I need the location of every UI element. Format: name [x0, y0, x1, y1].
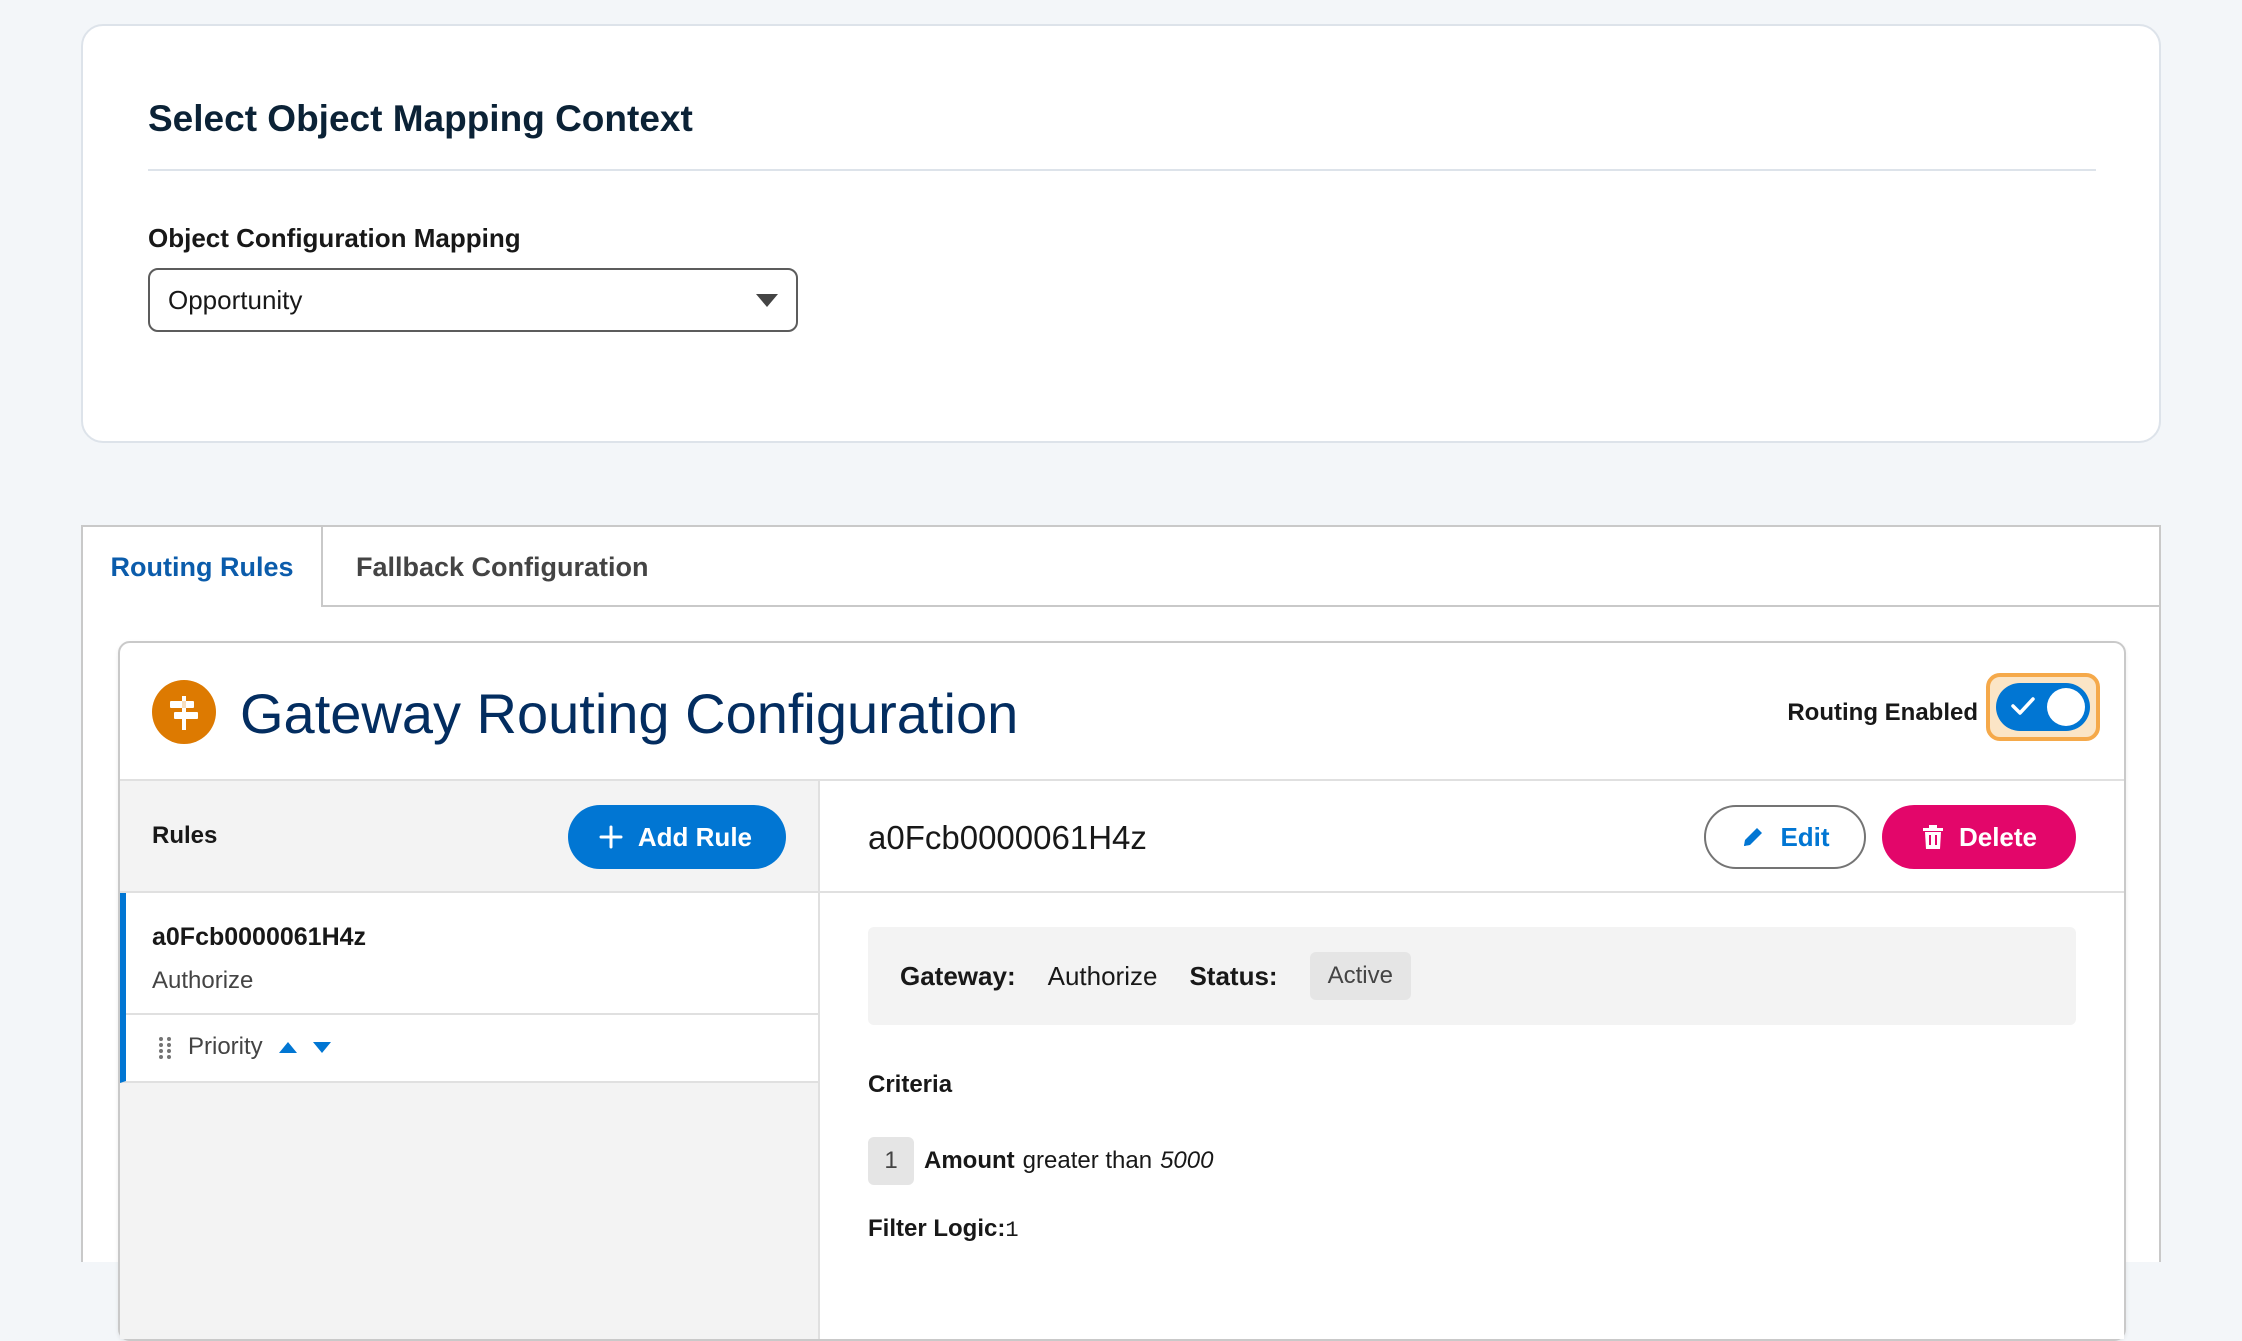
- filter-logic-key: Filter Logic:: [868, 1215, 1006, 1242]
- gateway-routing-card: Gateway Routing Configuration Routing En…: [118, 641, 2126, 1341]
- check-icon: [2011, 697, 2035, 715]
- routing-enabled-toggle[interactable]: [1996, 683, 2090, 731]
- rule-item-gateway: Authorize: [152, 967, 254, 994]
- criteria-index: 1: [868, 1137, 914, 1185]
- object-config-mapping-label: Object Configuration Mapping: [148, 223, 521, 253]
- rules-panel: Rules Add Rule a0Fcb0000061H4z Authorize: [120, 781, 820, 1339]
- gateway-routing-title: Gateway Routing Configuration: [240, 682, 1019, 745]
- rule-list-item[interactable]: a0Fcb0000061H4z Authorize Priority: [120, 893, 818, 1083]
- criteria-heading: Criteria: [868, 1071, 953, 1098]
- trash-icon: [1922, 825, 1943, 849]
- move-up-icon[interactable]: [278, 1041, 297, 1053]
- criteria-field: Amount: [924, 1147, 1015, 1174]
- rule-detail-panel: a0Fcb0000061H4z Edit Delete Gateway: Aut…: [820, 781, 2124, 1339]
- tab-routing-rules[interactable]: Routing Rules: [83, 527, 323, 607]
- drag-handle-icon[interactable]: [158, 1035, 172, 1059]
- routing-enabled-label: Routing Enabled: [1787, 699, 1978, 726]
- tab-fallback-configuration[interactable]: Fallback Configuration: [356, 527, 649, 607]
- delete-label: Delete: [1958, 821, 2038, 852]
- priority-label: Priority: [188, 1033, 263, 1060]
- edit-label: Edit: [1780, 821, 1830, 852]
- rule-summary-box: Gateway: Authorize Status: Active: [868, 927, 2076, 1025]
- toggle-knob: [2047, 688, 2085, 726]
- pencil-icon: [1744, 828, 1763, 846]
- routing-tabset: Routing Rules Fallback Configuration Gat…: [81, 525, 2161, 1341]
- status-key: Status:: [1189, 960, 1278, 991]
- gateway-value: Authorize: [1047, 960, 1158, 991]
- rule-item-name: a0Fcb0000061H4z: [152, 923, 367, 951]
- object-config-mapping-value: Opportunity: [168, 284, 303, 315]
- tab-bar: Routing Rules Fallback Configuration: [83, 527, 2159, 607]
- rule-detail-header: a0Fcb0000061H4z Edit Delete: [820, 781, 2124, 893]
- rule-detail-title: a0Fcb0000061H4z: [868, 819, 1147, 856]
- rule-item-divider: [126, 1013, 818, 1015]
- gateway-key: Gateway:: [900, 960, 1016, 991]
- filter-logic-value: 1: [1005, 1218, 1019, 1243]
- delete-button[interactable]: Delete: [1882, 805, 2076, 869]
- edit-button[interactable]: Edit: [1704, 805, 1866, 869]
- rules-panel-header: Rules Add Rule: [120, 781, 818, 893]
- chevron-down-icon: [756, 294, 778, 307]
- object-mapping-context-card: Select Object Mapping Context Object Con…: [81, 24, 2161, 443]
- signpost-icon: [152, 680, 216, 744]
- priority-row: Priority: [158, 1033, 331, 1061]
- tab-bar-divider: [322, 605, 2159, 607]
- add-rule-button[interactable]: Add Rule: [567, 805, 786, 869]
- plus-icon: [599, 825, 623, 849]
- status-badge: Active: [1309, 952, 1411, 1000]
- filter-logic: Filter Logic:1: [868, 1215, 1019, 1243]
- criteria-value: 5000: [1160, 1147, 1214, 1174]
- criteria-operator: greater than: [1022, 1147, 1153, 1174]
- criteria-row: 1 Amount greater than 5000: [868, 1137, 1213, 1185]
- move-down-icon[interactable]: [312, 1041, 331, 1053]
- add-rule-label: Add Rule: [637, 821, 752, 852]
- context-card-divider: [148, 169, 2096, 171]
- routing-enabled-toggle-focus: [1986, 673, 2100, 741]
- context-card-title: Select Object Mapping Context: [148, 98, 693, 139]
- rules-panel-title: Rules: [152, 822, 218, 849]
- object-config-mapping-select[interactable]: Opportunity: [148, 268, 798, 332]
